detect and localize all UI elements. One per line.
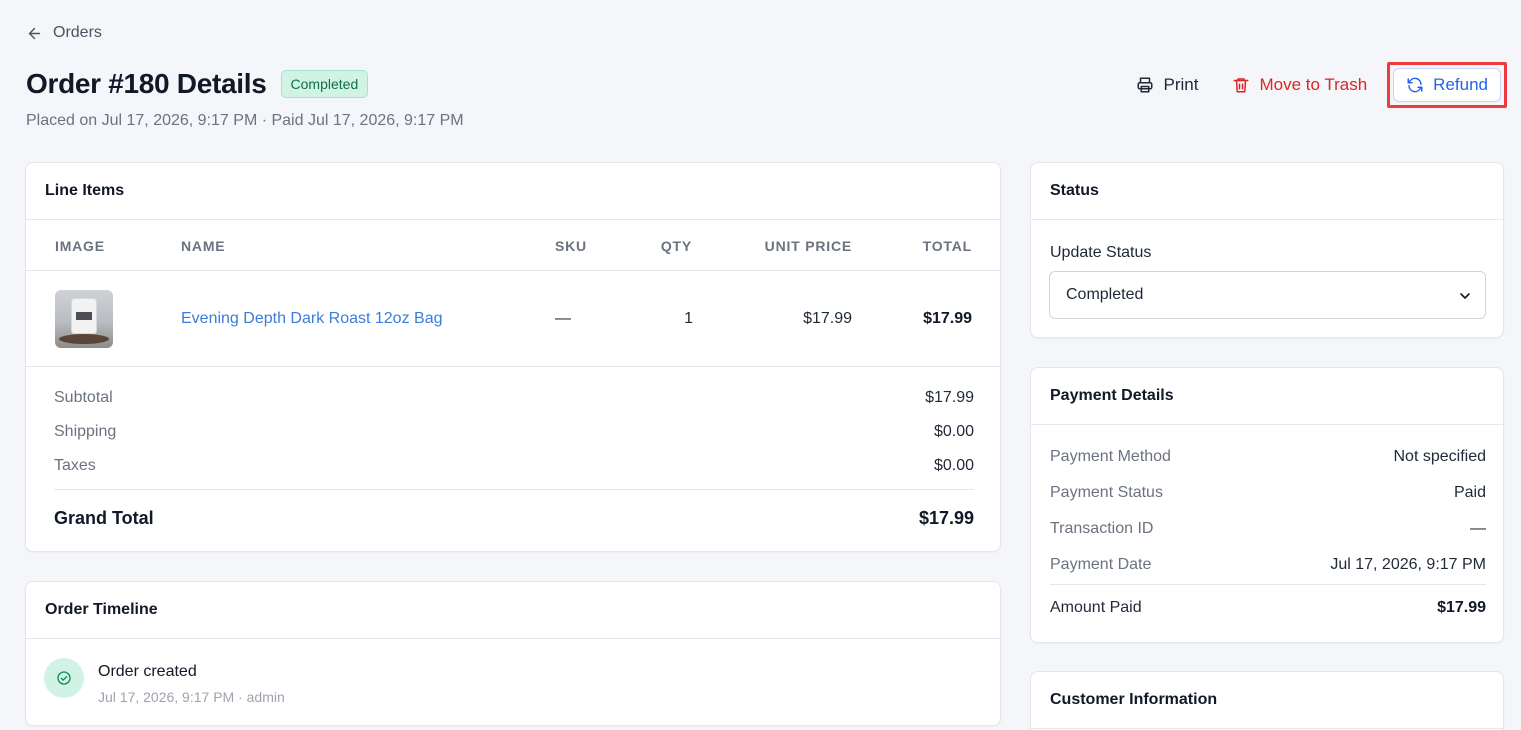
line-items-title: Line Items <box>26 163 1000 220</box>
subtotal-row: Subtotal $17.99 <box>54 389 974 423</box>
payment-rows: Payment Method Not specified Payment Sta… <box>1050 448 1486 625</box>
timeline-event-marker <box>44 658 84 698</box>
shipping-row: Shipping $0.00 <box>54 423 974 457</box>
col-qty: QTY <box>660 238 692 254</box>
col-total: TOTAL <box>922 238 972 254</box>
payment-method-value: Not specified <box>1393 448 1487 465</box>
trash-icon <box>1233 78 1249 93</box>
payment-status-value: Paid <box>1453 484 1486 501</box>
product-name-link[interactable]: Evening Depth Dark Roast 12oz Bag <box>181 310 442 328</box>
order-subtitle: Placed on Jul 17, 2026, 9:17 PM · Paid J… <box>26 112 464 129</box>
trash-label: Move to Trash <box>1259 75 1368 94</box>
timeline-event-meta: Jul 17, 2026, 9:17 PM · admin <box>98 689 285 705</box>
transaction-id-row: Transaction ID — <box>1050 520 1486 556</box>
payment-title: Payment Details <box>1031 368 1503 425</box>
payment-status-row: Payment Status Paid <box>1050 484 1486 520</box>
table-header: IMAGE NAME SKU QTY UNIT PRICE TOTAL <box>26 221 1000 271</box>
title-row: Order #180 Details Completed <box>26 68 369 100</box>
product-image <box>55 290 113 348</box>
refund-label: Refund <box>1433 75 1488 94</box>
taxes-value: $0.00 <box>933 457 974 474</box>
move-to-trash-button[interactable]: Move to Trash <box>1218 62 1381 108</box>
payment-date-value: Jul 17, 2026, 9:17 PM <box>1330 556 1486 573</box>
product-sku: — <box>555 310 571 327</box>
payment-details-card: Payment Details Payment Method Not speci… <box>1030 367 1504 643</box>
payment-method-label: Payment Method <box>1050 448 1171 465</box>
refund-button[interactable]: Refund <box>1393 68 1501 102</box>
col-image: IMAGE <box>55 238 105 254</box>
back-label: Orders <box>53 24 102 41</box>
status-title: Status <box>1031 163 1503 220</box>
amount-paid-row: Amount Paid $17.99 <box>1050 585 1486 625</box>
product-qty: 1 <box>684 310 693 327</box>
grand-total-value: $17.99 <box>918 508 974 528</box>
arrow-left-icon <box>28 27 41 39</box>
print-button[interactable]: Print <box>1122 62 1212 108</box>
back-to-orders-link[interactable]: Orders <box>26 24 102 42</box>
line-items-card: Line Items IMAGE NAME SKU QTY UNIT PRICE… <box>25 162 1001 552</box>
transaction-id-label: Transaction ID <box>1050 520 1154 537</box>
col-name: NAME <box>181 238 226 254</box>
shipping-label: Shipping <box>54 423 117 440</box>
product-total: $17.99 <box>923 310 972 327</box>
subtotal-value: $17.99 <box>925 389 974 406</box>
customer-info-card: Customer Information <box>1030 671 1504 730</box>
taxes-label: Taxes <box>54 457 96 474</box>
update-status-label: Update Status <box>1050 244 1152 261</box>
refund-highlight: Refund <box>1387 62 1507 108</box>
status-badge: Completed <box>280 70 369 98</box>
amount-paid-value: $17.99 <box>1437 599 1486 616</box>
product-unit-price: $17.99 <box>803 310 852 327</box>
status-select-value: Completed <box>1066 286 1144 303</box>
order-summary: Subtotal $17.99 Shipping $0.00 Taxes $0.… <box>54 389 974 540</box>
check-circle-icon <box>57 671 71 685</box>
timeline-event-title: Order created <box>98 663 197 680</box>
table-row: Evening Depth Dark Roast 12oz Bag — 1 $1… <box>26 271 1000 367</box>
print-label: Print <box>1163 75 1199 94</box>
col-unit-price: UNIT PRICE <box>764 238 852 254</box>
timeline-title: Order Timeline <box>26 582 1000 639</box>
status-select[interactable]: Completed <box>1049 271 1486 319</box>
customer-title: Customer Information <box>1031 672 1503 729</box>
payment-status-label: Payment Status <box>1050 484 1163 501</box>
shipping-value: $0.00 <box>933 423 974 440</box>
col-sku: SKU <box>555 238 587 254</box>
header-actions: Print Move to Trash Refund <box>1122 62 1507 108</box>
payment-date-label: Payment Date <box>1050 556 1152 573</box>
grand-total-row: Grand Total $17.99 <box>54 490 974 540</box>
taxes-row: Taxes $0.00 <box>54 457 974 491</box>
page-title: Order #180 Details <box>26 68 267 99</box>
payment-method-row: Payment Method Not specified <box>1050 448 1486 484</box>
amount-paid-label: Amount Paid <box>1050 599 1142 616</box>
transaction-id-value: — <box>1470 520 1486 537</box>
status-card: Status Update Status Completed <box>1030 162 1504 338</box>
grand-total-label: Grand Total <box>54 508 154 528</box>
order-timeline-card: Order Timeline Order created Jul 17, 202… <box>25 581 1001 726</box>
refresh-icon <box>1407 77 1423 93</box>
printer-icon <box>1137 77 1153 93</box>
chevron-down-icon <box>1460 293 1470 299</box>
subtotal-label: Subtotal <box>54 389 113 406</box>
